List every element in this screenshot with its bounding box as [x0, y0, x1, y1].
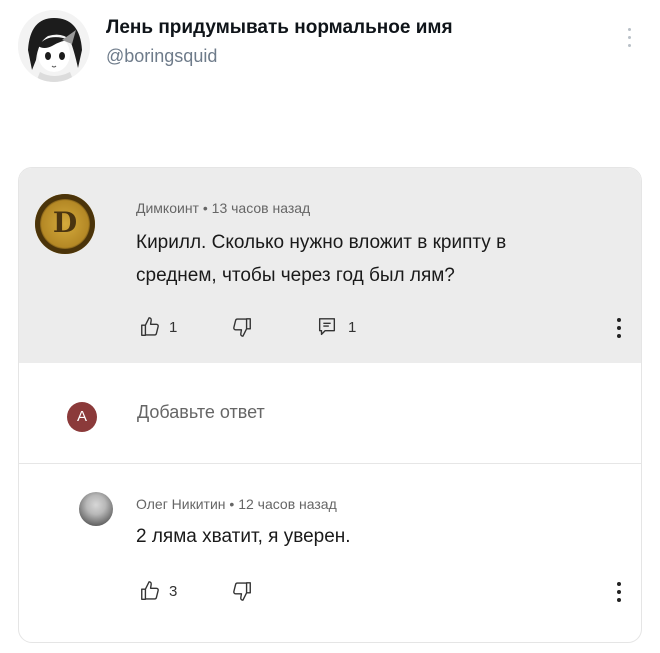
display-name[interactable]: Лень придумывать нормальное имя	[106, 16, 453, 40]
reply-like-button[interactable]: 3	[139, 580, 177, 602]
more-vertical-icon[interactable]	[614, 318, 624, 342]
comment-line: среднем, чтобы через год был лям?	[136, 265, 455, 286]
thumbs-down-icon	[233, 318, 251, 337]
dislike-button[interactable]	[231, 316, 253, 338]
comment-meta: Димкоинт • 13 часов назад	[136, 200, 310, 216]
like-count: 1	[169, 318, 178, 336]
reply-count: 1	[348, 318, 357, 336]
reply-author-avatar[interactable]	[79, 492, 113, 526]
top-comment: D Димкоинт • 13 часов назад Кирилл. Скол…	[19, 168, 641, 363]
comment-time: 13 часов назад	[211, 200, 311, 216]
reply-icon	[318, 318, 336, 336]
thumbs-up-icon	[141, 581, 159, 600]
more-vertical-icon[interactable]	[614, 582, 624, 606]
avatar-letter: D	[52, 206, 78, 239]
like-button[interactable]: 1	[139, 316, 177, 338]
anime-avatar-icon	[18, 10, 90, 82]
comment-author: Димкоинт	[136, 200, 199, 216]
meta-separator: •	[229, 496, 239, 512]
thumbs-down-icon	[233, 582, 251, 601]
reply-like-count: 3	[169, 582, 178, 600]
meta-separator: •	[202, 200, 212, 216]
comment-line: Кирилл. Сколько нужно вложит в крипту в	[136, 232, 507, 253]
reply-button[interactable]: 1	[316, 316, 356, 338]
reply-meta: Олег Никитин • 12 часов назад	[136, 496, 337, 512]
reply-input-avatar: А	[67, 402, 97, 432]
reply-text: 2 ляма хватит, я уверен.	[136, 526, 351, 547]
comment-text: Кирилл. Сколько нужно вложит в крипту в …	[136, 226, 506, 292]
reply-input-placeholder[interactable]: Добавьте ответ	[137, 402, 265, 423]
more-options-icon[interactable]	[621, 28, 637, 56]
user-names: Лень придумывать нормальное имя @borings…	[106, 16, 453, 68]
reply-time: 12 часов назад	[238, 496, 337, 512]
reply-author: Олег Никитин	[136, 496, 226, 512]
tweet-header: Лень придумывать нормальное имя @borings…	[18, 10, 648, 90]
reply-dislike-button[interactable]	[231, 580, 253, 602]
user-handle[interactable]: @boringsquid	[106, 44, 453, 68]
dogecoin-avatar[interactable]: D	[35, 194, 95, 254]
thumbs-up-icon	[141, 317, 159, 336]
attached-image[interactable]: D Димкоинт • 13 часов назад Кирилл. Скол…	[18, 167, 642, 643]
profile-avatar[interactable]	[18, 10, 90, 82]
reply-input-area	[19, 363, 641, 464]
